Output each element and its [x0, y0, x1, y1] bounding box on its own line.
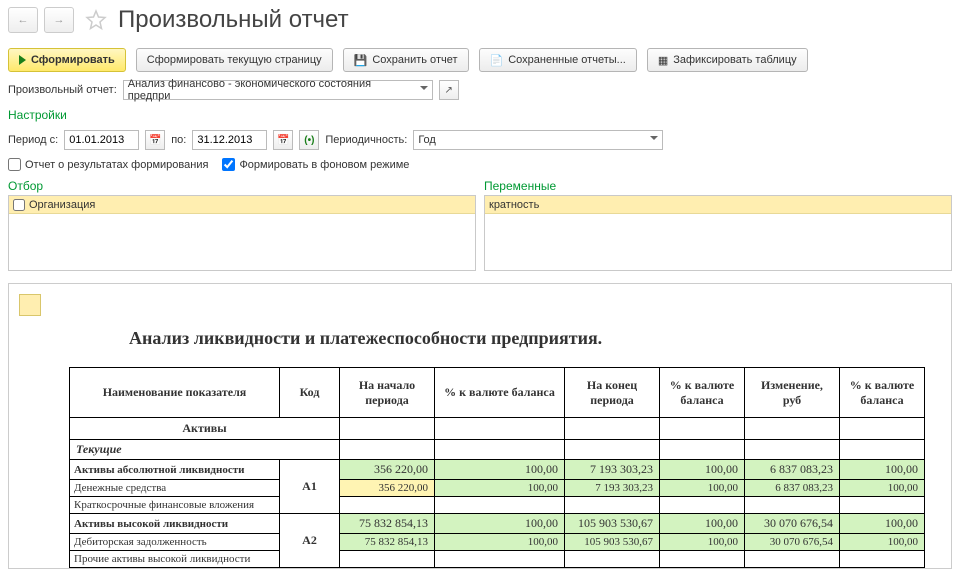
table-header-row: Наименование показателя Код На начало пе…: [70, 368, 925, 418]
report-select-label: Произвольный отчет:: [8, 84, 117, 96]
report-output: Анализ ликвидности и платежеспособности …: [8, 283, 952, 569]
nav-back-button[interactable]: ←: [8, 7, 38, 33]
period-from-input[interactable]: [64, 130, 139, 150]
settings-title: Настройки: [8, 108, 67, 122]
filter-row-organization[interactable]: Организация: [9, 196, 475, 214]
favorite-star-icon[interactable]: [84, 8, 108, 32]
filter-checkbox[interactable]: [13, 199, 25, 211]
save-report-button[interactable]: 💾Сохранить отчет: [343, 48, 469, 72]
period-to-label: по:: [171, 134, 186, 146]
row-a2-sub1: Дебиторская задолженность 75 832 854,131…: [70, 534, 925, 551]
grid-icon: ▦: [658, 54, 668, 67]
row-a1: Активы абсолютной ликвидности А1 356 220…: [70, 460, 925, 480]
sheet-tab-handle[interactable]: [19, 294, 41, 316]
period-from-label: Период с:: [8, 134, 58, 146]
nav-forward-button[interactable]: →: [44, 7, 74, 33]
report-title: Анализ ликвидности и платежеспособности …: [9, 328, 951, 367]
row-a1-sub1: Денежные средства 356 220,00100,00 7 193…: [70, 480, 925, 497]
period-picker-button[interactable]: (•): [299, 130, 319, 150]
saved-reports-button[interactable]: 📄Сохраненные отчеты...: [479, 48, 637, 72]
form-current-page-button[interactable]: Сформировать текущую страницу: [136, 48, 333, 72]
vars-panel-title: Переменные: [484, 177, 952, 195]
filter-panel-title: Отбор: [8, 177, 476, 195]
background-checkbox[interactable]: Формировать в фоновом режиме: [222, 158, 409, 171]
report-table: Наименование показателя Код На начало пе…: [69, 367, 925, 568]
calendar-to-icon[interactable]: 📅: [273, 130, 293, 150]
section-current: Текущие: [70, 440, 925, 460]
row-a2-sub2: Прочие активы высокой ликвидности: [70, 551, 925, 568]
open-report-button[interactable]: ↗: [439, 80, 459, 100]
row-a2: Активы высокой ликвидности А2 75 832 854…: [70, 514, 925, 534]
report-type-dropdown[interactable]: Анализ финансово - экономического состоя…: [123, 80, 433, 100]
section-assets: Активы: [70, 418, 925, 440]
row-a1-sub2: Краткосрочные финансовые вложения: [70, 497, 925, 514]
filter-panel: Организация: [8, 195, 476, 271]
form-report-button[interactable]: Сформировать: [8, 48, 126, 72]
results-checkbox[interactable]: Отчет о результатах формирования: [8, 158, 208, 171]
save-icon: 💾: [354, 54, 368, 67]
var-row-kratnost[interactable]: кратность: [485, 196, 951, 214]
vars-panel: кратность: [484, 195, 952, 271]
fix-table-button[interactable]: ▦Зафиксировать таблицу: [647, 48, 808, 72]
page-title: Произвольный отчет: [118, 6, 349, 34]
periodicity-label: Периодичность:: [325, 134, 407, 146]
calendar-from-icon[interactable]: 📅: [145, 130, 165, 150]
periodicity-dropdown[interactable]: Год: [413, 130, 663, 150]
period-to-input[interactable]: [192, 130, 267, 150]
play-icon: [19, 55, 26, 65]
reports-icon: 📄: [490, 54, 504, 67]
